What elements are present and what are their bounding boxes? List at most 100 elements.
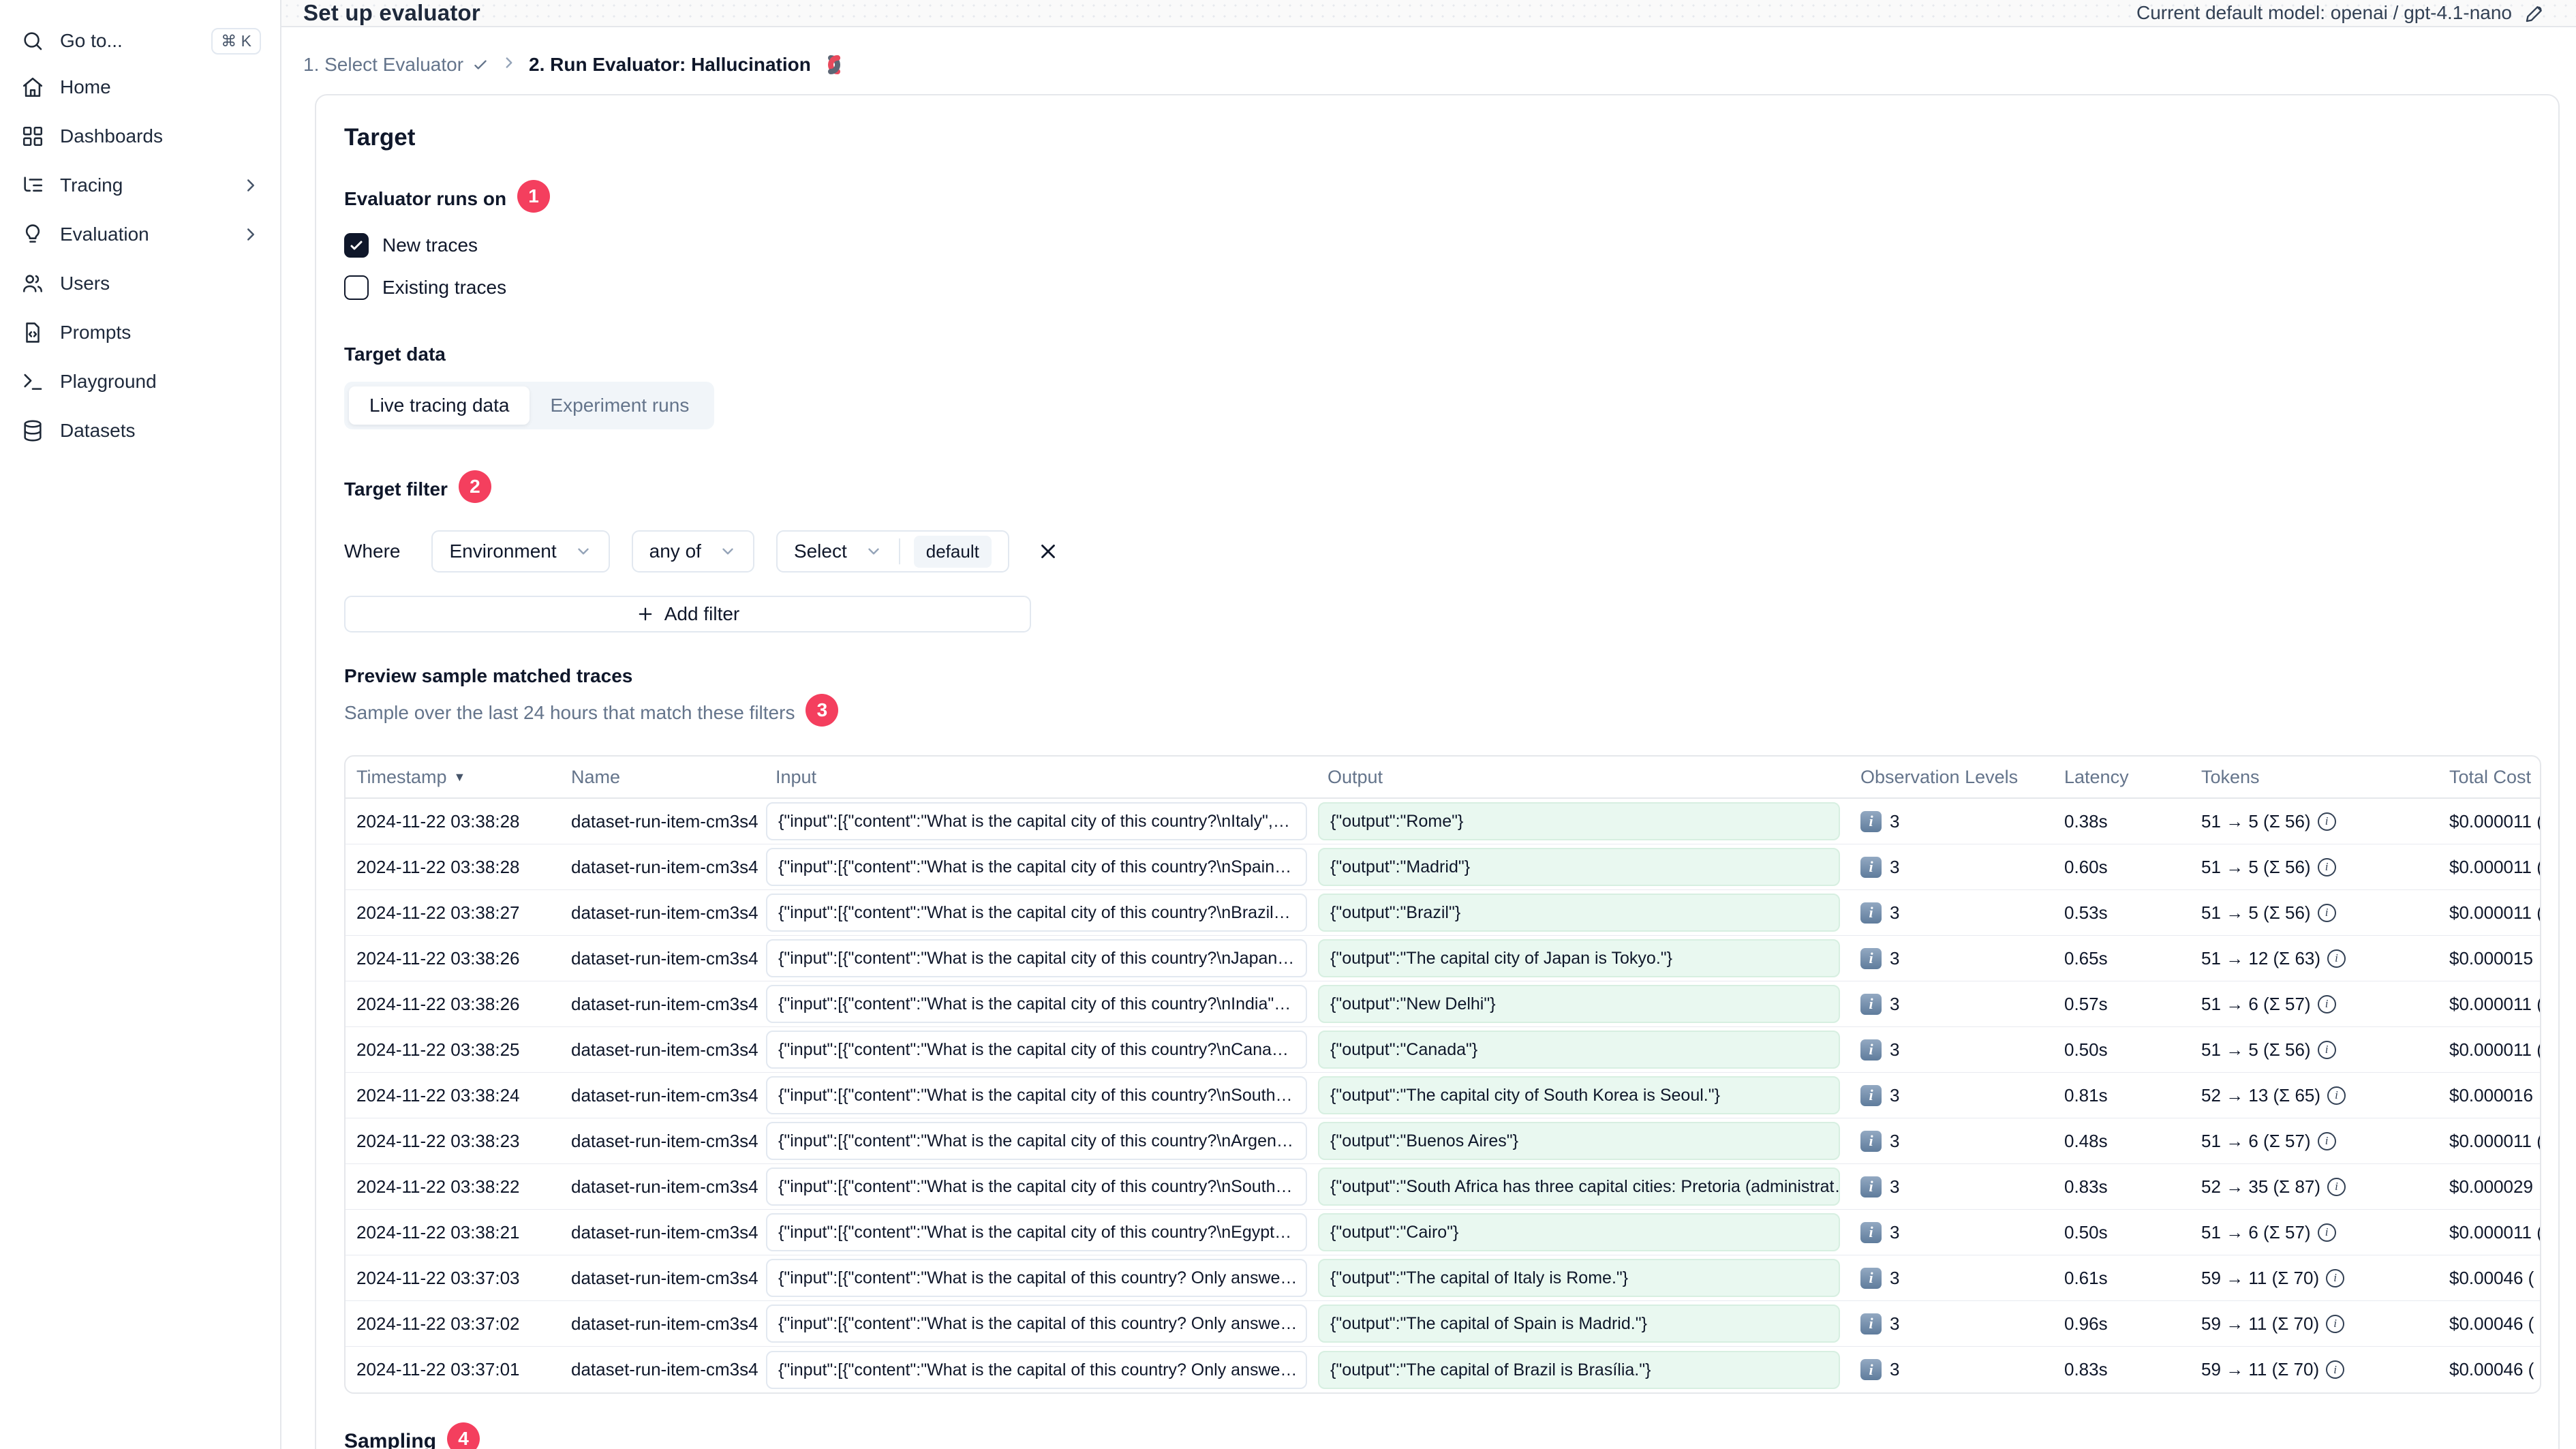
observation-count: 3 — [1890, 1221, 1900, 1242]
sidebar-item-playground[interactable]: Playground — [12, 357, 268, 406]
token-info-icon[interactable]: i — [2317, 1040, 2336, 1059]
sidebar-item-tracing[interactable]: Tracing — [12, 161, 268, 210]
token-info-icon[interactable]: i — [2326, 1314, 2345, 1333]
token-info-icon[interactable]: i — [2317, 857, 2336, 876]
sidebar-item-datasets[interactable]: Datasets — [12, 406, 268, 455]
tree-icon — [20, 173, 45, 198]
trace-input-cell[interactable]: {"input":[{"content":"What is the capita… — [766, 848, 1307, 886]
token-info-icon[interactable]: i — [2317, 812, 2336, 831]
chevron-down-icon — [865, 543, 883, 560]
trace-timestamp: 2024-11-22 03:38:27 — [356, 902, 520, 923]
tab-live-tracing-data[interactable]: Live tracing data — [349, 386, 530, 425]
trace-latency: 0.50s — [2064, 1221, 2108, 1242]
table-row[interactable]: 2024-11-22 03:37:03 dataset-run-item-cm3… — [346, 1255, 2540, 1301]
column-header-observation-levels[interactable]: Observation Levels — [1850, 767, 2051, 788]
token-info-icon[interactable]: i — [2317, 994, 2336, 1013]
checkbox-new-traces[interactable]: New traces — [344, 233, 2539, 258]
tab-experiment-runs[interactable]: Experiment runs — [530, 386, 709, 425]
column-header-latency[interactable]: Latency — [2051, 767, 2194, 788]
trace-output-cell[interactable]: {"output":"The capital city of South Kor… — [1318, 1076, 1840, 1114]
trace-input-cell[interactable]: {"input":[{"content":"What is the capita… — [766, 939, 1307, 977]
token-info-icon[interactable]: i — [2327, 1086, 2346, 1105]
trace-input-cell[interactable]: {"input":[{"content":"What is the capita… — [766, 1350, 1307, 1389]
token-usage: 52 → 13 (Σ 65) — [2201, 1084, 2321, 1105]
token-info-icon[interactable]: i — [2326, 1360, 2345, 1379]
trace-input-cell[interactable]: {"input":[{"content":"What is the capita… — [766, 894, 1307, 932]
token-info-icon[interactable]: i — [2317, 903, 2336, 922]
trace-output-cell[interactable]: {"output":"South Africa has three capita… — [1318, 1168, 1840, 1206]
column-header-input[interactable]: Input — [765, 767, 1317, 788]
trace-output-cell[interactable]: {"output":"The capital of Brazil is Bras… — [1318, 1350, 1840, 1389]
table-row[interactable]: 2024-11-22 03:38:27 dataset-run-item-cm3… — [346, 890, 2540, 936]
trace-output-cell[interactable]: {"output":"Buenos Aires"} — [1318, 1122, 1840, 1160]
trace-output-cell[interactable]: {"output":"Canada"} — [1318, 1031, 1840, 1069]
trace-input-cell[interactable]: {"input":[{"content":"What is the capita… — [766, 1259, 1307, 1297]
sidebar-item-evaluation[interactable]: Evaluation — [12, 210, 268, 259]
trace-input-cell[interactable]: {"input":[{"content":"What is the capita… — [766, 1213, 1307, 1251]
column-header-output[interactable]: Output — [1317, 767, 1850, 788]
sidebar-item-home[interactable]: Home — [12, 63, 268, 112]
edit-pencil-icon[interactable] — [2524, 2, 2546, 24]
remove-filter-button[interactable] — [1037, 540, 1060, 563]
filter-column-select[interactable]: Environment — [431, 530, 610, 573]
token-info-icon[interactable]: i — [2317, 1131, 2336, 1150]
trace-input-cell[interactable]: {"input":[{"content":"What is the capita… — [766, 1168, 1307, 1206]
token-info-icon[interactable]: i — [2327, 1177, 2346, 1196]
token-info-icon[interactable]: i — [2317, 1223, 2336, 1242]
trace-name: dataset-run-item-cm3s4 — [571, 1313, 758, 1334]
trace-output-cell[interactable]: {"output":"New Delhi"} — [1318, 985, 1840, 1023]
token-usage: 51 → 5 (Σ 56) — [2201, 902, 2311, 923]
trace-input-cell[interactable]: {"input":[{"content":"What is the capita… — [766, 1305, 1307, 1343]
trace-input-cell[interactable]: {"input":[{"content":"What is the capita… — [766, 802, 1307, 840]
trace-latency: 0.65s — [2064, 947, 2108, 968]
table-row[interactable]: 2024-11-22 03:38:26 dataset-run-item-cm3… — [346, 936, 2540, 981]
database-icon — [20, 418, 45, 443]
table-row[interactable]: 2024-11-22 03:38:28 dataset-run-item-cm3… — [346, 844, 2540, 890]
checkbox[interactable] — [344, 233, 369, 258]
column-header-name[interactable]: Name — [560, 767, 765, 788]
table-row[interactable]: 2024-11-22 03:37:01 dataset-run-item-cm3… — [346, 1347, 2540, 1392]
trace-output-cell[interactable]: {"output":"The capital city of Japan is … — [1318, 939, 1840, 977]
table-row[interactable]: 2024-11-22 03:38:28 dataset-run-item-cm3… — [346, 799, 2540, 844]
column-header-total-cost[interactable]: Total Cost — [2439, 767, 2540, 788]
token-info-icon[interactable]: i — [2326, 1268, 2345, 1287]
trace-output-cell[interactable]: {"output":"Rome"} — [1318, 802, 1840, 840]
default-model-label: Current default model: openai / gpt-4.1-… — [2136, 2, 2512, 23]
table-row[interactable]: 2024-11-22 03:38:23 dataset-run-item-cm3… — [346, 1118, 2540, 1164]
table-row[interactable]: 2024-11-22 03:38:21 dataset-run-item-cm3… — [346, 1210, 2540, 1255]
info-emoji-icon: i — [1860, 1039, 1882, 1061]
table-row[interactable]: 2024-11-22 03:38:26 dataset-run-item-cm3… — [346, 981, 2540, 1027]
trace-input-cell[interactable]: {"input":[{"content":"What is the capita… — [766, 1076, 1307, 1114]
column-header-timestamp[interactable]: Timestamp ▼ — [346, 767, 560, 788]
table-row[interactable]: 2024-11-22 03:38:24 dataset-run-item-cm3… — [346, 1073, 2540, 1118]
checkbox[interactable] — [344, 275, 369, 300]
add-filter-button[interactable]: Add filter — [344, 596, 1031, 632]
observation-count: 3 — [1890, 1359, 1900, 1379]
trace-latency: 0.48s — [2064, 1130, 2108, 1151]
filter-operator-select[interactable]: any of — [631, 530, 754, 573]
trace-input-cell[interactable]: {"input":[{"content":"What is the capita… — [766, 985, 1307, 1023]
step-select-evaluator[interactable]: 1. Select Evaluator — [303, 54, 489, 76]
trace-input-cell[interactable]: {"input":[{"content":"What is the capita… — [766, 1122, 1307, 1160]
sidebar-item-users[interactable]: Users — [12, 259, 268, 308]
trace-output-cell[interactable]: {"output":"Madrid"} — [1318, 848, 1840, 886]
trace-input-cell[interactable]: {"input":[{"content":"What is the capita… — [766, 1031, 1307, 1069]
sidebar-item-prompts[interactable]: Prompts — [12, 308, 268, 357]
trace-output-cell[interactable]: {"output":"Brazil"} — [1318, 894, 1840, 932]
sidebar: Go to... ⌘ K Home Dashboards Tracing Eva… — [0, 0, 281, 1449]
filter-value-select[interactable]: Select default — [776, 530, 1009, 573]
table-row[interactable]: 2024-11-22 03:37:02 dataset-run-item-cm3… — [346, 1301, 2540, 1347]
table-row[interactable]: 2024-11-22 03:38:25 dataset-run-item-cm3… — [346, 1027, 2540, 1073]
trace-latency: 0.81s — [2064, 1084, 2108, 1105]
trace-output-cell[interactable]: {"output":"The capital of Italy is Rome.… — [1318, 1259, 1840, 1297]
column-header-tokens[interactable]: Tokens — [2194, 767, 2439, 788]
trace-cost: $0.00046 ( — [2449, 1313, 2534, 1334]
trace-output-cell[interactable]: {"output":"Cairo"} — [1318, 1213, 1840, 1251]
chevron-down-icon — [719, 543, 737, 560]
token-info-icon[interactable]: i — [2327, 949, 2346, 968]
goto-search[interactable]: Go to... ⌘ K — [12, 19, 268, 63]
checkbox-existing-traces[interactable]: Existing traces — [344, 275, 2539, 300]
table-row[interactable]: 2024-11-22 03:38:22 dataset-run-item-cm3… — [346, 1164, 2540, 1210]
sidebar-item-dashboards[interactable]: Dashboards — [12, 112, 268, 161]
trace-output-cell[interactable]: {"output":"The capital of Spain is Madri… — [1318, 1305, 1840, 1343]
